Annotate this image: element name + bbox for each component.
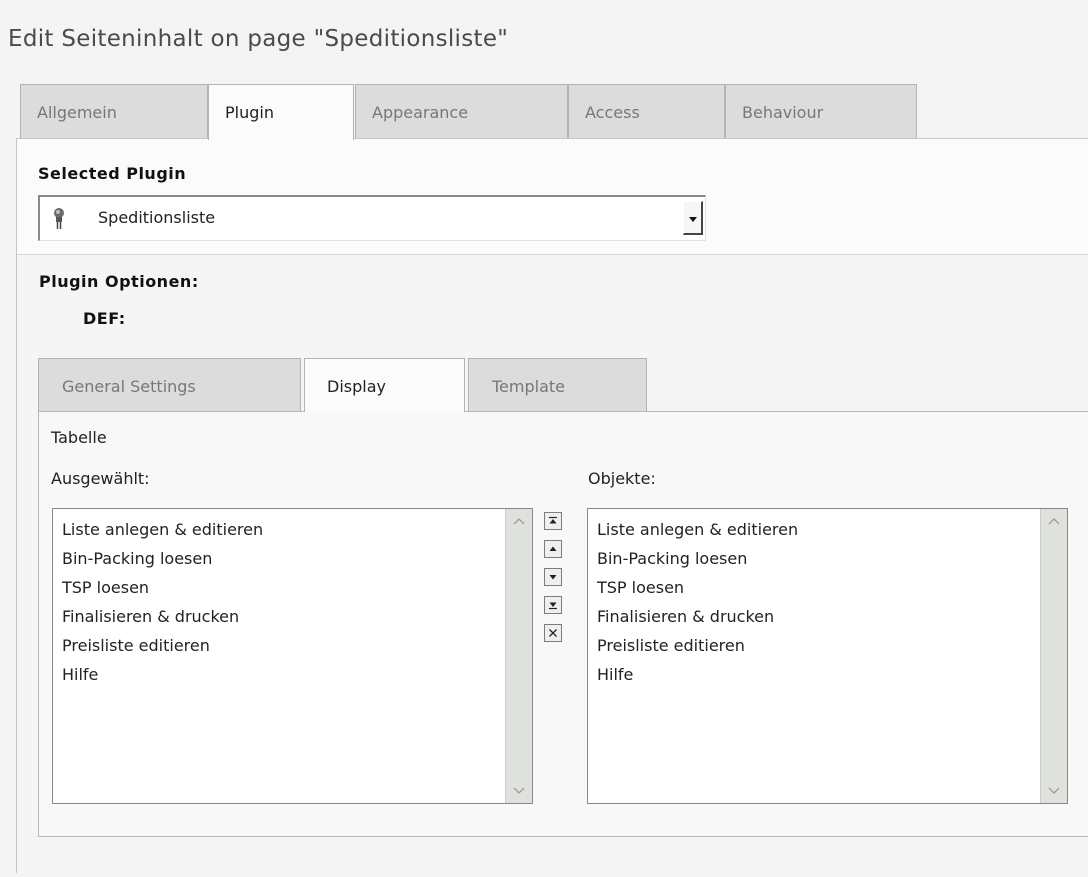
scroll-down-icon[interactable] [506,779,533,803]
objects-list-label: Objekte: [588,469,656,488]
list-item[interactable]: Hilfe [62,660,532,689]
selected-list-label: Ausgewählt: [51,469,150,488]
objects-list-scrollbar[interactable] [1040,509,1067,803]
tab-label: Display [327,377,386,396]
move-down-icon[interactable] [544,568,562,586]
list-item[interactable]: Preisliste editieren [597,631,1067,660]
plugin-select[interactable]: Speditionsliste [38,195,706,241]
remove-icon[interactable] [544,624,562,642]
tab-plugin[interactable]: Plugin [208,84,354,140]
tab-label: Access [585,103,640,122]
tab-allgemein[interactable]: Allgemein [20,84,208,139]
panel-footer [17,844,1088,874]
tab-label: General Settings [62,377,196,396]
def-label: DEF: [83,309,126,328]
tab-access[interactable]: Access [568,84,725,139]
selected-list-scrollbar[interactable] [505,509,532,803]
selected-listbox[interactable]: Liste anlegen & editieren Bin-Packing lo… [52,508,533,804]
tabelle-label: Tabelle [51,428,107,447]
list-item[interactable]: Finalisieren & drucken [597,602,1067,631]
tab-label: Template [492,377,566,396]
plugin-options-label: Plugin Optionen: [39,272,199,291]
tab-label: Plugin [225,103,274,122]
plugin-tab-panel: Selected Plugin Speditionsliste Plugin O… [16,138,1088,874]
move-up-icon[interactable] [544,540,562,558]
tab-display[interactable]: Display [304,358,465,412]
page-title: Edit Seiteninhalt on page "Speditionslis… [8,26,509,52]
selected-plugin-label: Selected Plugin [38,164,187,183]
scroll-up-icon[interactable] [506,509,533,533]
scroll-down-icon[interactable] [1041,779,1068,803]
tab-behaviour[interactable]: Behaviour [725,84,917,139]
list-item[interactable]: Preisliste editieren [62,631,532,660]
list-item[interactable]: Finalisieren & drucken [62,602,532,631]
tab-label: Behaviour [742,103,824,122]
list-item[interactable]: TSP loesen [597,573,1067,602]
selected-plugin-section: Selected Plugin Speditionsliste [17,139,1088,255]
list-item[interactable]: Bin-Packing loesen [62,544,532,573]
move-to-bottom-icon[interactable] [544,596,562,614]
list-item[interactable]: Hilfe [597,660,1067,689]
objects-listbox[interactable]: Liste anlegen & editieren Bin-Packing lo… [587,508,1068,804]
move-to-top-icon[interactable] [544,512,562,530]
list-item[interactable]: Liste anlegen & editieren [597,515,1067,544]
display-tab-panel: Tabelle Ausgewählt: Objekte: Liste anleg… [38,411,1088,837]
chevron-down-icon[interactable] [683,201,703,235]
plugin-plug-icon [52,207,66,231]
tab-template[interactable]: Template [468,358,647,411]
tab-general-settings[interactable]: General Settings [38,358,301,411]
tab-label: Allgemein [37,103,117,122]
scroll-up-icon[interactable] [1041,509,1068,533]
list-item[interactable]: Bin-Packing loesen [597,544,1067,573]
list-item[interactable]: Liste anlegen & editieren [62,515,532,544]
tab-label: Appearance [372,103,469,122]
plugin-select-value: Speditionsliste [98,208,216,227]
tab-appearance[interactable]: Appearance [355,84,568,139]
list-item[interactable]: TSP loesen [62,573,532,602]
